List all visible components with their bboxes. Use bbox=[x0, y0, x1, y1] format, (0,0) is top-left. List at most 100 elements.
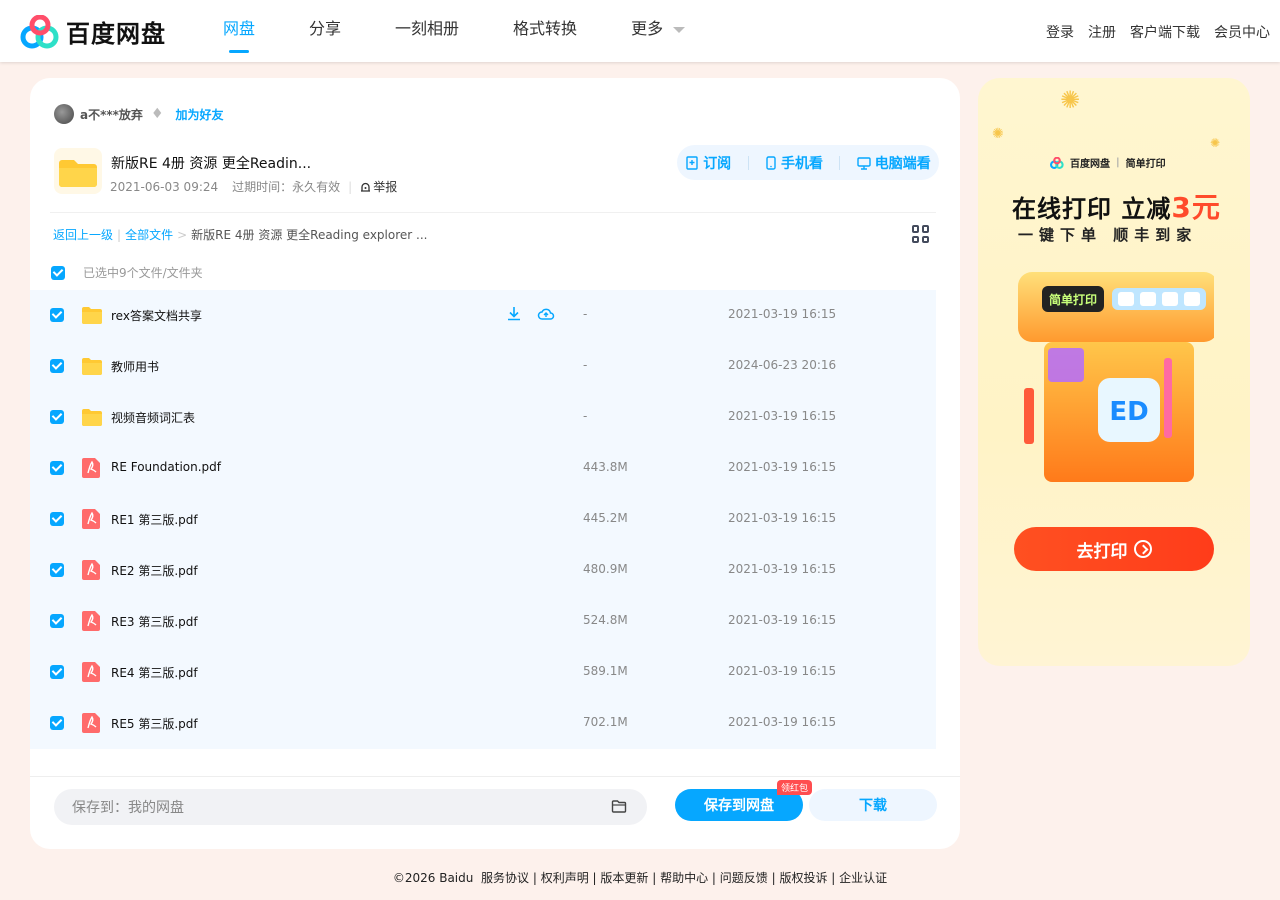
selection-count: 已选中9个文件/文件夹 bbox=[83, 266, 203, 280]
breadcrumb-back-link[interactable]: 返回上一级 bbox=[53, 226, 113, 243]
avatar[interactable] bbox=[54, 104, 74, 124]
ad-headline: 在线打印 立减3元 bbox=[1012, 186, 1221, 226]
footer-link-enterprise[interactable]: 企业认证 bbox=[839, 871, 887, 885]
nav-item-format-convert[interactable]: 格式转换 bbox=[513, 0, 577, 62]
pdf-icon bbox=[80, 660, 104, 684]
file-checkbox[interactable] bbox=[50, 512, 64, 526]
alarm-icon bbox=[361, 182, 371, 192]
nav-item-netdisk[interactable]: 网盘 bbox=[223, 0, 255, 62]
sharer-info: a不***放弃 ♦ 加为好友 bbox=[54, 104, 224, 124]
save-path-field[interactable]: 保存到：我的网盘 bbox=[54, 789, 647, 825]
select-all-checkbox[interactable] bbox=[51, 265, 65, 280]
file-date: 2021-03-19 16:15 bbox=[728, 460, 837, 474]
nav-item-share[interactable]: 分享 bbox=[309, 0, 341, 62]
printer-illustration: 简单打印 ED bbox=[1018, 272, 1214, 482]
main-nav: 网盘 分享 一刻相册 格式转换 更多 bbox=[223, 0, 686, 62]
grid-view-icon[interactable] bbox=[912, 225, 930, 243]
footer-link-rights[interactable]: 权利声明 bbox=[541, 871, 589, 885]
file-name[interactable]: RE2 第三版.pdf bbox=[111, 562, 198, 579]
sparkle-icon: ✺ bbox=[1060, 86, 1081, 114]
header-divider bbox=[50, 212, 936, 213]
breadcrumb-all-files-link[interactable]: 全部文件 bbox=[125, 226, 173, 243]
chevron-right-icon: > bbox=[177, 227, 188, 242]
file-checkbox[interactable] bbox=[50, 716, 64, 730]
file-name[interactable]: RE Foundation.pdf bbox=[111, 460, 221, 474]
ad-brand-row: 百度网盘 | 简单打印 bbox=[1050, 155, 1166, 170]
file-row[interactable]: 视频音频词汇表 - 2021-03-19 16:15 bbox=[30, 392, 936, 443]
file-row[interactable]: rex答案文档共享 - 2021-03-19 16:15 bbox=[30, 290, 936, 341]
add-friend-button[interactable]: 加为好友 bbox=[176, 106, 224, 123]
file-row[interactable]: RE2 第三版.pdf 480.9M 2021-03-19 16:15 bbox=[30, 545, 936, 596]
arrow-right-circle-icon bbox=[1133, 540, 1152, 558]
logo-text: 百度网盘 bbox=[66, 20, 166, 48]
sharer-username[interactable]: a不***放弃 bbox=[80, 106, 143, 123]
header-right-links: 登录 注册 客户端下载 会员中心 bbox=[1046, 22, 1270, 42]
file-date: 2021-03-19 16:15 bbox=[728, 613, 837, 627]
file-checkbox[interactable] bbox=[50, 563, 64, 577]
file-checkbox[interactable] bbox=[50, 359, 64, 373]
file-row[interactable]: RE Foundation.pdf 443.8M 2021-03-19 16:15 bbox=[30, 443, 936, 494]
page-footer: ©2026 Baidu 服务协议 | 权利声明 | 版本更新 | 帮助中心 | … bbox=[392, 871, 888, 885]
pdf-icon bbox=[80, 711, 104, 735]
file-name[interactable]: RE4 第三版.pdf bbox=[111, 664, 198, 681]
footer-link-help[interactable]: 帮助中心 bbox=[660, 871, 708, 885]
print-ad-banner[interactable]: ✺ ✺ ✺ 百度网盘 | 简单打印 在线打印 立减3元 一键下单 顺丰到家 简单… bbox=[978, 78, 1250, 666]
breadcrumb-current: 新版RE 4册 资源 更全Reading explorer ... bbox=[191, 228, 428, 242]
svg-text:ED: ED bbox=[1109, 397, 1148, 427]
mobile-view-button[interactable]: 手机看 bbox=[765, 153, 823, 173]
footer-link-feedback[interactable]: 问题反馈 bbox=[720, 871, 768, 885]
member-center-link[interactable]: 会员中心 bbox=[1214, 22, 1270, 42]
file-name[interactable]: rex答案文档共享 bbox=[111, 307, 202, 324]
register-link[interactable]: 注册 bbox=[1088, 22, 1116, 42]
sparkle-icon: ✺ bbox=[992, 126, 1004, 142]
file-checkbox[interactable] bbox=[50, 308, 64, 322]
nav-item-more[interactable]: 更多 bbox=[631, 0, 686, 62]
share-action-bar: 订阅 手机看 电脑端看 bbox=[677, 145, 939, 180]
phone-icon bbox=[766, 155, 776, 170]
file-checkbox[interactable] bbox=[50, 614, 64, 628]
file-name[interactable]: 教师用书 bbox=[111, 358, 159, 375]
go-print-button[interactable]: 去打印 bbox=[1014, 527, 1214, 571]
file-checkbox[interactable] bbox=[50, 461, 64, 475]
file-checkbox[interactable] bbox=[50, 410, 64, 424]
file-checkbox[interactable] bbox=[50, 665, 64, 679]
file-size: - bbox=[583, 358, 588, 372]
ad-headline-text: 在线打印 立减 bbox=[1012, 195, 1172, 223]
download-button[interactable]: 下载 bbox=[809, 789, 937, 821]
sparkle-icon: ✺ bbox=[1210, 136, 1221, 150]
pdf-icon bbox=[80, 558, 104, 582]
footer-link-updates[interactable]: 版本更新 bbox=[600, 871, 648, 885]
file-date: 2021-03-19 16:15 bbox=[728, 307, 837, 321]
footer-link-terms[interactable]: 服务协议 bbox=[481, 871, 529, 885]
download-icon[interactable] bbox=[505, 305, 523, 323]
share-meta: 2021-06-03 09:24 过期时间：永久有效 | 举报 bbox=[110, 178, 397, 195]
share-date: 2021-06-03 09:24 bbox=[110, 179, 219, 194]
bottom-divider bbox=[30, 776, 960, 777]
subscribe-button[interactable]: 订阅 bbox=[685, 153, 731, 173]
nav-item-album[interactable]: 一刻相册 bbox=[395, 0, 459, 62]
nav-more-label: 更多 bbox=[631, 19, 664, 38]
file-row[interactable]: RE3 第三版.pdf 524.8M 2021-03-19 16:15 bbox=[30, 596, 936, 647]
report-button[interactable]: 举报 bbox=[360, 178, 397, 195]
client-download-link[interactable]: 客户端下载 bbox=[1130, 22, 1200, 42]
folder-icon bbox=[80, 354, 104, 378]
share-folder-icon bbox=[54, 148, 102, 194]
printer-screen-label: 简单打印 bbox=[1049, 292, 1097, 307]
footer-link-copyright-complaint[interactable]: 版权投诉 bbox=[779, 871, 827, 885]
baidu-netdisk-logo[interactable]: 百度网盘 bbox=[20, 14, 166, 49]
file-date: 2024-06-23 20:16 bbox=[728, 358, 837, 372]
file-row[interactable]: RE4 第三版.pdf 589.1M 2021-03-19 16:15 bbox=[30, 647, 936, 698]
file-name[interactable]: RE5 第三版.pdf bbox=[111, 715, 198, 732]
red-packet-badge: 领红包 bbox=[777, 780, 813, 795]
login-link[interactable]: 登录 bbox=[1046, 22, 1074, 42]
file-name[interactable]: RE3 第三版.pdf bbox=[111, 613, 198, 630]
file-row[interactable]: RE5 第三版.pdf 702.1M 2021-03-19 16:15 bbox=[30, 698, 936, 749]
cloud-save-icon[interactable] bbox=[537, 305, 555, 323]
file-row[interactable]: RE1 第三版.pdf 445.2M 2021-03-19 16:15 bbox=[30, 494, 936, 545]
file-row[interactable]: 教师用书 - 2024-06-23 20:16 bbox=[30, 341, 936, 392]
folder-icon[interactable] bbox=[611, 799, 627, 814]
file-name[interactable]: RE1 第三版.pdf bbox=[111, 511, 198, 528]
file-name[interactable]: 视频音频词汇表 bbox=[111, 409, 195, 426]
file-size: 589.1M bbox=[583, 664, 628, 678]
pc-view-button[interactable]: 电脑端看 bbox=[857, 153, 931, 173]
